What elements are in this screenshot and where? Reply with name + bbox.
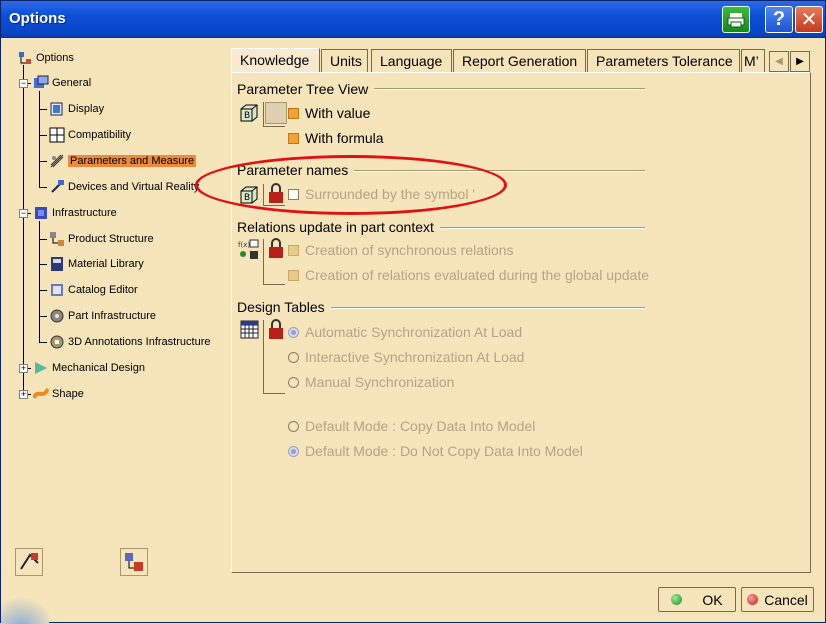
tree-item-product-structure[interactable]: Product Structure [49, 230, 154, 248]
knowledge-panel [231, 72, 811, 573]
automatic-sync-radio[interactable]: Automatic Synchronization At Load [288, 324, 522, 340]
relations-lock-icon [269, 238, 283, 258]
param-names-lock-icon [269, 183, 283, 203]
svg-text:f(x): f(x) [238, 241, 250, 249]
design-tables-lock-icon [269, 319, 283, 339]
with-formula-checkbox[interactable]: With formula [288, 130, 384, 146]
tree-item-mechanical-design[interactable]: Mechanical Design [33, 359, 145, 377]
tree-item-parameters-and-measure[interactable]: Parameters and Measure [49, 152, 197, 170]
section-title-param-names: Parameter names [237, 162, 355, 178]
reset-icon [20, 553, 39, 570]
svg-text:B: B [244, 193, 250, 203]
copy-data-radio[interactable]: Default Mode : Copy Data Into Model [288, 418, 535, 434]
section-title-tree-view: Parameter Tree View [237, 81, 375, 97]
manual-sync-radio-dot[interactable] [288, 376, 299, 388]
annotations-icon [50, 335, 64, 349]
section-title-design-tables: Design Tables [237, 299, 331, 315]
no-copy-data-radio-dot[interactable] [288, 445, 299, 457]
cancel-button[interactable]: Cancel [741, 587, 814, 612]
arrow-left-icon: ◀ [775, 56, 783, 67]
no-copy-data-radio[interactable]: Default Mode : Do Not Copy Data Into Mod… [288, 443, 583, 459]
ok-button[interactable]: OK [658, 587, 736, 612]
tree-item-material-library[interactable]: Material Library [49, 255, 144, 273]
general-icon [34, 75, 49, 88]
copy-data-radio-dot[interactable] [288, 420, 299, 432]
tree-item-3d-annotations-infrastructure[interactable]: 3D Annotations Infrastructure [49, 333, 210, 351]
tree-item-infrastructure[interactable]: Infrastructure [33, 204, 117, 222]
tools-tree-icon [125, 553, 143, 571]
svg-text:B: B [244, 111, 250, 121]
material-library-icon [51, 257, 63, 271]
surrounded-check[interactable] [288, 188, 299, 200]
global-update-relations-checkbox[interactable]: Creation of relations evaluated during t… [288, 267, 649, 283]
design-table-icon [240, 320, 259, 339]
expander-shape[interactable]: + [19, 390, 28, 399]
tab-parameters-tolerance[interactable]: Parameters Tolerance [587, 49, 740, 74]
printer-icon [727, 12, 745, 27]
mechanical-design-icon [35, 362, 47, 374]
surrounded-by-symbol-checkbox[interactable]: Surrounded by the symbol ' [288, 186, 475, 202]
help-icon: ? [772, 8, 786, 30]
interactive-sync-radio-dot[interactable] [288, 351, 299, 363]
reset-button[interactable] [15, 548, 43, 576]
tab-scroll-arrows: ◀ ▶ [769, 51, 811, 72]
parameters-icon [50, 154, 64, 168]
tab-report-generation[interactable]: Report Generation [453, 49, 586, 74]
help-button[interactable]: ? [765, 6, 793, 33]
options-tree: − − + + Options General Display Compatib… [11, 47, 226, 537]
compatibility-icon [49, 127, 65, 143]
interactive-sync-radio[interactable]: Interactive Synchronization At Load [288, 349, 524, 365]
with-value-checkbox[interactable]: With value [288, 105, 370, 121]
manual-sync-radio[interactable]: Manual Synchronization [288, 374, 454, 390]
tree-item-devices-and-virtual-reality[interactable]: Devices and Virtual Reality [49, 178, 199, 196]
title-bar[interactable]: Options ? ✕ [1, 1, 825, 38]
tab-knowledge[interactable]: Knowledge [231, 48, 320, 74]
expander-infrastructure[interactable]: − [19, 209, 28, 218]
part-infrastructure-icon [50, 309, 64, 323]
sync-relations-check[interactable] [288, 244, 299, 256]
decorative-corner [1, 591, 49, 624]
catalog-editor-icon [51, 284, 63, 296]
options-tree-icon [19, 52, 31, 64]
tab-scroll-right-button[interactable]: ▶ [790, 51, 810, 72]
with-formula-check[interactable] [288, 132, 299, 144]
window-title: Options [9, 10, 66, 27]
options-dialog: Options ? ✕ − − + + Options General Disp… [0, 0, 826, 624]
tab-units[interactable]: Units [321, 49, 368, 74]
tree-view-lock-icon [265, 102, 287, 124]
close-button[interactable]: ✕ [795, 6, 823, 33]
arrow-right-icon: ▶ [796, 56, 804, 67]
tree-item-general[interactable]: General [33, 74, 91, 92]
product-structure-icon [50, 232, 64, 246]
with-value-check[interactable] [288, 107, 299, 119]
global-relations-check[interactable] [288, 269, 299, 281]
tab-scroll-left-button[interactable]: ◀ [769, 51, 789, 72]
relations-icon: f(x) [238, 239, 259, 259]
tree-tools-button[interactable] [120, 548, 148, 576]
shape-icon [33, 387, 49, 399]
tools-button[interactable] [722, 6, 750, 33]
ok-icon [671, 594, 683, 605]
tab-language[interactable]: Language [371, 49, 452, 74]
param-names-icon: B [240, 186, 258, 204]
tree-root-options[interactable]: Options [17, 49, 74, 67]
tab-more[interactable]: M’ [741, 49, 765, 74]
cancel-icon [747, 594, 759, 605]
expander-general[interactable]: − [19, 79, 28, 88]
devices-icon [51, 180, 64, 193]
tree-item-compatibility[interactable]: Compatibility [49, 126, 131, 144]
expander-mechanical[interactable]: + [19, 364, 28, 373]
close-icon: ✕ [800, 9, 818, 31]
tree-view-icon: B [240, 104, 258, 122]
tree-item-catalog-editor[interactable]: Catalog Editor [49, 281, 138, 299]
synchronous-relations-checkbox[interactable]: Creation of synchronous relations [288, 242, 514, 258]
section-title-relations: Relations update in part context [237, 219, 440, 235]
tree-item-shape[interactable]: Shape [33, 385, 84, 403]
display-icon [50, 102, 63, 116]
tree-item-part-infrastructure[interactable]: Part Infrastructure [49, 307, 156, 325]
tree-item-display[interactable]: Display [49, 100, 104, 118]
auto-sync-radio-dot[interactable] [288, 326, 299, 338]
infrastructure-icon [35, 207, 47, 219]
